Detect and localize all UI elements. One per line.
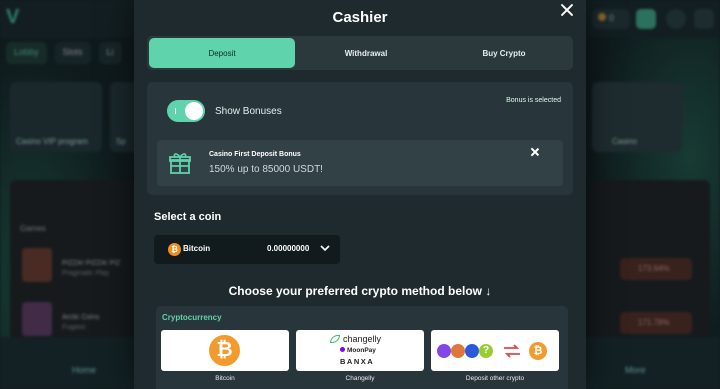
show-bonuses-label: Show Bonuses	[215, 106, 282, 117]
games-title: Games	[20, 224, 46, 233]
tab-deposit[interactable]: Deposit	[149, 38, 295, 68]
toggle-on-mark	[175, 108, 176, 114]
banxa-logo: BANXA	[340, 357, 375, 366]
promo-card-caption: Casino	[612, 137, 637, 146]
game-thumb	[22, 302, 52, 336]
moonpay-logo: MoonPay	[340, 347, 376, 354]
bitcoin-icon: ₿	[209, 335, 240, 366]
game-provider: Pragmatic Play	[62, 270, 110, 277]
logo: V	[6, 6, 20, 28]
coin-name: Bitcoin	[183, 244, 211, 253]
cashier-tabs: Deposit Withdrawal Buy Crypto	[147, 36, 573, 70]
tab-buy-crypto[interactable]: Buy Crypto	[435, 36, 573, 70]
shiba-icon	[451, 344, 465, 358]
method-changelly[interactable]: changelly MoonPay BANXA	[296, 330, 424, 371]
nav-slots: Slots	[54, 42, 91, 64]
nav-lobby: Lobby	[6, 42, 47, 64]
changelly-logo: changelly	[330, 334, 381, 344]
wallet-icon	[636, 9, 656, 29]
methods-heading: Choose your preferred crypto method belo…	[228, 284, 492, 298]
nav-live: Li	[98, 42, 122, 64]
coin-balance: 0.00000000	[267, 244, 310, 253]
coin-icon	[598, 13, 606, 21]
changelly-leaf-icon	[330, 335, 340, 343]
game-provider: Fugaso	[62, 324, 86, 331]
bonus-amount: 150% up to 85000 USDT!	[209, 164, 323, 175]
chevron-down-icon	[320, 245, 330, 252]
method-caption: Changelly	[345, 375, 375, 382]
close-icon[interactable]	[558, 1, 576, 19]
swap-arrows-icon	[504, 344, 520, 358]
bitcoin-icon: ₿	[168, 243, 181, 256]
modal-title: Cashier	[332, 9, 388, 26]
polygon-icon	[437, 344, 451, 358]
crypto-methods-section: Cryptocurrency ₿ Bitcoin changelly MoonP…	[156, 306, 568, 389]
tab-withdrawal[interactable]: Withdrawal	[297, 36, 435, 70]
moonpay-dot-icon	[340, 347, 345, 352]
method-bitcoin[interactable]: ₿	[161, 330, 289, 371]
game-name: Arctic Coins	[62, 314, 100, 321]
bottom-nav-home: Home	[72, 365, 97, 375]
changelly-text: changelly	[343, 334, 382, 344]
method-other-crypto[interactable]: ? ₿	[431, 330, 559, 371]
chainlink-icon	[465, 344, 479, 358]
promo-card: Casino	[592, 82, 682, 152]
toggle-knob	[185, 102, 203, 120]
show-bonuses-toggle[interactable]	[167, 100, 205, 122]
promo-card: Casino VIP program	[10, 82, 102, 152]
select-coin-label: Select a coin	[154, 211, 222, 223]
menu-icon	[694, 9, 714, 29]
background-nav: Lobby Slots Li	[0, 42, 122, 64]
crypto-section-label: Cryptocurrency	[162, 313, 222, 322]
method-caption: Bitcoin	[215, 375, 235, 382]
bonus-title: Casino First Deposit Bonus	[209, 151, 301, 158]
win-badge: 173.64%	[620, 258, 692, 280]
coin-dropdown[interactable]: ₿ Bitcoin 0.00000000	[154, 235, 340, 264]
question-icon: ?	[479, 344, 493, 358]
promo-card-caption: Sp	[116, 137, 126, 146]
avatar	[666, 9, 686, 29]
game-thumb	[22, 248, 52, 282]
moonpay-text: MoonPay	[347, 347, 376, 354]
balance-pill: 0	[592, 9, 630, 29]
gift-icon	[169, 153, 191, 174]
bitcoin-icon: ₿	[529, 342, 547, 360]
bottom-nav-more: More	[625, 365, 646, 375]
bonus-section: Show Bonuses Bonus is selected Casino Fi…	[147, 82, 573, 195]
bonus-status: Bonus is selected	[506, 97, 561, 104]
game-name: PIZZA! PIZZA! PIZ	[62, 260, 121, 267]
balance-value: 0	[609, 13, 615, 23]
remove-bonus-icon[interactable]	[529, 146, 541, 158]
bonus-card[interactable]: Casino First Deposit Bonus 150% up to 85…	[157, 140, 563, 186]
method-caption: Deposit other crypto	[465, 375, 525, 382]
cashier-modal: Cashier Deposit Withdrawal Buy Crypto Sh…	[134, 0, 586, 389]
win-badge: 171.78%	[620, 312, 692, 334]
promo-card-caption: Casino VIP program	[16, 137, 88, 146]
